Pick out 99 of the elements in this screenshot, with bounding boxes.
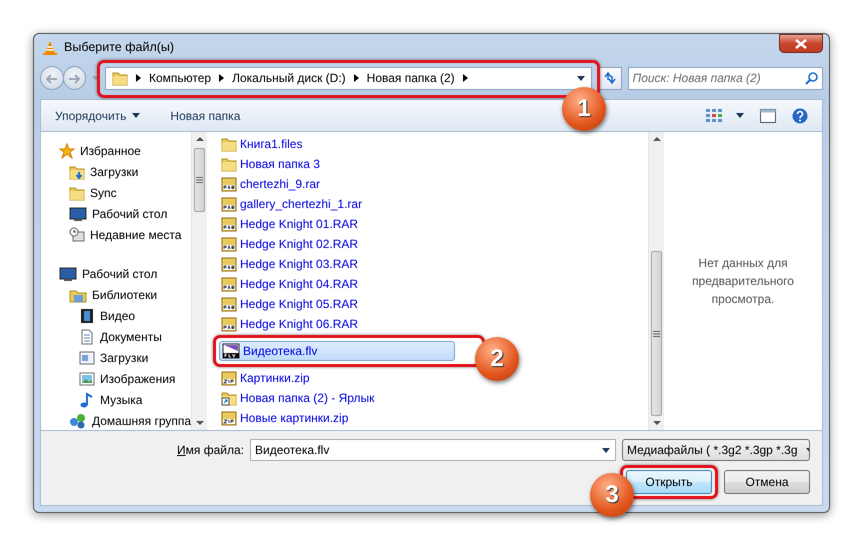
preview-pane-button[interactable] [760,108,776,122]
archive-icon [221,370,237,386]
search-field[interactable]: Поиск: Новая папка (2) [628,66,823,90]
recent-places-icon [69,226,85,242]
archive-icon [221,176,237,192]
navigation-item[interactable]: Изображения [41,368,191,389]
monitor-icon [69,206,87,222]
file-item[interactable]: gallery_chertezhi_1.rar [219,194,362,214]
grid-view-icon [706,108,722,122]
open-button[interactable]: Открыть [626,470,712,494]
archive-icon [221,296,237,312]
shortcut-icon [221,390,237,406]
help-icon [792,108,808,124]
navigation-item[interactable]: Рабочий стол [41,203,191,224]
grip-icon [196,177,203,183]
forward-arrow-icon [68,74,80,84]
new-folder-button[interactable]: Новая папка [170,106,240,124]
caret-icon [736,113,744,118]
window-title: Выберите файл(ы) [64,39,174,56]
file-item[interactable]: Hedge Knight 04.RAR [219,274,358,294]
file-item[interactable]: Видеотека.flv [219,341,455,361]
back-arrow-icon [46,74,58,84]
preview-message: Нет данных для предварительного просмотра. [691,255,795,308]
archive-icon [221,196,237,212]
download-folder-icon [69,164,85,180]
archive-icon [221,236,237,252]
navigation-item[interactable]: Документы [41,326,191,347]
document-icon [79,328,95,344]
folder-icon [112,70,128,86]
dropdown-caret-icon [577,76,585,80]
grip-icon [653,330,660,336]
file-item[interactable]: Картинки.zip [219,368,310,388]
scrollbar-thumb[interactable] [194,148,205,212]
navigation-item[interactable]: Загрузки [41,161,191,182]
archive-icon [221,216,237,232]
caret-icon [132,113,140,118]
breadcrumb-arrow-icon [219,74,224,82]
close-button[interactable] [779,34,823,53]
view-button[interactable] [706,108,744,122]
navigation-item[interactable]: Избранное [41,140,191,161]
breadcrumb[interactable]: Компьютер [149,69,212,87]
folder-icon [221,156,237,172]
navigation-item[interactable]: Домашняя группа [41,410,191,430]
navigation-item[interactable]: Рабочий стол [41,263,191,284]
homegroup-icon [69,412,87,428]
refresh-button[interactable] [598,66,622,90]
file-item[interactable]: Hedge Knight 02.RAR [219,234,358,254]
archive-icon [221,410,237,426]
breadcrumb-arrow-icon [354,74,359,82]
picture-icon [79,370,95,386]
folder-icon [221,136,237,152]
video-file-icon [222,343,240,359]
archive-icon [221,276,237,292]
navigation-item[interactable]: Музыка [41,389,191,410]
scrollbar[interactable] [191,132,207,430]
window-icon [79,350,95,366]
breadcrumb[interactable]: Новая папка (2) [366,69,455,87]
film-icon [79,308,95,324]
file-item[interactable]: Hedge Knight 01.RAR [219,214,358,234]
star-icon [59,142,75,158]
cancel-button[interactable]: Отмена [724,470,810,494]
archive-icon [221,256,237,272]
navigation-item[interactable]: Недавние места [41,224,191,245]
file-item[interactable]: Hedge Knight 06.RAR [219,314,358,334]
caret-icon [92,76,99,80]
navigation-item[interactable]: Библиотеки [41,284,191,305]
address-bar[interactable]: Компьютер Локальный диск (D:) Новая папка (2) [105,66,592,90]
breadcrumb-arrow-icon [136,74,141,82]
search-icon [804,72,818,84]
refresh-arrows-icon [602,71,617,85]
annotation-number: 3 [590,473,634,517]
breadcrumb-arrow-icon [462,74,468,82]
scrollbar[interactable] [648,132,664,430]
close-icon [795,38,807,48]
scrollbar-thumb[interactable] [651,251,662,416]
dropdown-caret-icon [602,448,610,453]
breadcrumb[interactable]: Локальный диск (D:) [232,69,346,87]
file-name-field[interactable]: Видеотека.flv [250,439,616,461]
navigation-item[interactable]: Видео [41,305,191,326]
file-item[interactable]: Hedge Knight 05.RAR [219,294,358,314]
archive-icon [221,316,237,332]
monitor-icon [59,266,77,282]
file-item[interactable]: Книга1.files [219,134,302,154]
annotation-number: 2 [475,337,519,381]
folder-icon [69,184,85,200]
navigation-item[interactable]: Sync [41,182,191,203]
organize-menu-button[interactable]: Упорядочить [55,106,140,124]
pane-icon [760,108,776,122]
file-item[interactable]: Новые картинки.zip [219,408,348,428]
file-item[interactable]: Новая папка 3 [219,154,320,174]
file-item[interactable]: Новая папка (2) - Ярлык [219,388,374,408]
file-name-label: Имя файла: [177,442,244,459]
file-type-dropdown[interactable]: Медиафайлы ( *.3g2 *.3gp *.3g [622,439,810,461]
file-item[interactable]: chertezhi_9.rar [219,174,320,194]
traffic-cone-icon [42,40,58,56]
music-note-icon [79,392,95,408]
navigation-item[interactable]: Загрузки [41,347,191,368]
help-button[interactable] [792,108,808,124]
file-item[interactable]: Hedge Knight 03.RAR [219,254,358,274]
